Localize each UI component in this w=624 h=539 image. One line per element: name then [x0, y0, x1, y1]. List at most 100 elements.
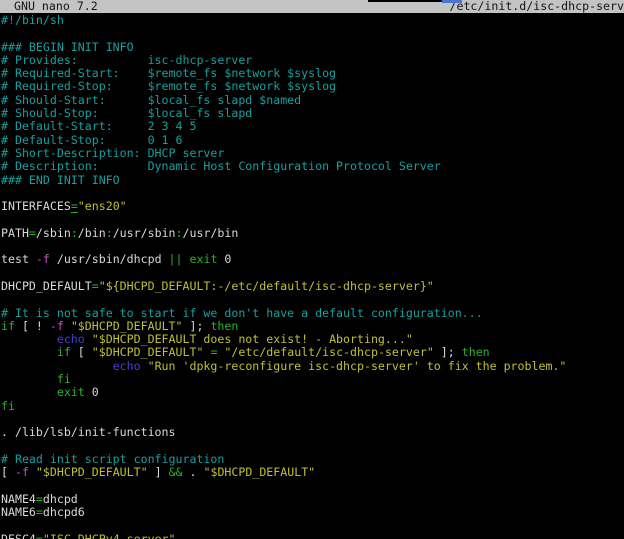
code-line[interactable]: test -f /usr/sbin/dhcpd || exit 0	[1, 253, 624, 266]
code-line[interactable]	[1, 293, 624, 306]
code-segment: [	[1, 465, 15, 479]
code-segment: PATH	[1, 226, 29, 240]
code-segment	[141, 359, 148, 373]
code-segment: then	[462, 345, 490, 359]
code-segment: "Run 'dpkg-reconfigure isc-dhcp-server' …	[148, 359, 567, 373]
code-line[interactable]: . /lib/lsb/init-functions	[1, 426, 624, 439]
code-line[interactable]	[1, 479, 624, 492]
code-line[interactable]: DHCPD_DEFAULT="${DHCPD_DEFAULT:-/etc/def…	[1, 280, 624, 293]
code-line[interactable]: if [ ! -f "$DHCPD_DEFAULT" ]; then	[1, 320, 624, 333]
code-line[interactable]: DESC4="ISC DHCPv4 server"	[1, 533, 624, 539]
code-segment: # Should-Stop: $local_fs slapd	[1, 106, 252, 120]
code-segment	[85, 332, 92, 346]
code-line[interactable]: # Required-Start: $remote_fs $network $s…	[1, 67, 624, 80]
code-segment: =	[36, 505, 43, 519]
code-segment: /bin	[78, 226, 106, 240]
blue-notch-artifact	[442, 0, 462, 3]
code-line[interactable]: ### BEGIN INIT INFO	[1, 41, 624, 54]
code-segment: /usr/sbin	[113, 226, 176, 240]
code-segment: "${DHCPD_DEFAULT:-/etc/default/isc-dhcp-…	[99, 279, 434, 293]
code-segment	[64, 319, 71, 333]
code-segment	[1, 372, 57, 386]
code-line[interactable]	[1, 213, 624, 226]
code-segment: # Description: Dynamic Host Configuratio…	[1, 159, 441, 173]
nano-app-version: GNU nano 7.2	[14, 0, 98, 13]
code-segment	[1, 385, 57, 399]
code-line[interactable]: [ -f "$DHCPD_DEFAULT" ] && . "$DHCPD_DEF…	[1, 466, 624, 479]
code-line[interactable]: # Read init script configuration	[1, 453, 624, 466]
code-line[interactable]: fi	[1, 373, 624, 386]
code-segment: [	[71, 345, 92, 359]
code-segment: # Required-Stop: $remote_fs $network $sy…	[1, 79, 336, 93]
code-segment: fi	[57, 372, 71, 386]
code-line[interactable]: ### END INIT INFO	[1, 174, 624, 187]
code-line[interactable]: exit 0	[1, 386, 624, 399]
code-segment: =	[36, 532, 43, 539]
code-line[interactable]: # Short-Description: DHCP server	[1, 147, 624, 160]
code-line[interactable]: # Provides: isc-dhcp-server	[1, 54, 624, 67]
code-segment: exit	[57, 385, 85, 399]
code-segment: . /lib/lsb/init-functions	[1, 425, 176, 439]
code-segment: # Provides: isc-dhcp-server	[1, 53, 252, 67]
code-segment: &&	[169, 465, 183, 479]
terminal-window: GNU nano 7.2 /etc/init.d/isc-dhcp-serv #…	[0, 0, 624, 539]
code-line[interactable]: # Default-Start: 2 3 4 5	[1, 120, 624, 133]
code-segment: # Required-Start: $remote_fs $network $s…	[1, 66, 336, 80]
code-segment	[29, 465, 36, 479]
code-segment: NAME6	[1, 505, 36, 519]
code-segment: "/etc/default/isc-dhcp-server"	[224, 345, 433, 359]
code-segment: ||	[169, 252, 183, 266]
code-segment: :	[106, 226, 113, 240]
code-line[interactable]: echo "$DHCPD_DEFAULT does not exist! - A…	[1, 333, 624, 346]
code-segment: "$DHCPD_DEFAULT"	[92, 345, 204, 359]
code-line[interactable]	[1, 413, 624, 426]
code-segment: INTERFACES	[1, 199, 71, 213]
code-line[interactable]: # Description: Dynamic Host Configuratio…	[1, 160, 624, 173]
code-line[interactable]: echo "Run 'dpkg-reconfigure isc-dhcp-ser…	[1, 360, 624, 373]
code-segment: =	[36, 492, 43, 506]
code-line[interactable]: # Should-Stop: $local_fs slapd	[1, 107, 624, 120]
code-segment: ];	[434, 345, 462, 359]
code-segment: NAME4	[1, 492, 36, 506]
code-line[interactable]	[1, 27, 624, 40]
code-line[interactable]: # Should-Start: $local_fs slapd $named	[1, 94, 624, 107]
code-segment: exit	[190, 252, 218, 266]
code-segment: DHCPD_DEFAULT	[1, 279, 92, 293]
code-segment: /sbin	[36, 226, 71, 240]
code-segment: DESC4	[1, 532, 36, 539]
code-segment: 0	[217, 252, 231, 266]
code-line[interactable]: # Default-Stop: 0 1 6	[1, 134, 624, 147]
code-line[interactable]	[1, 187, 624, 200]
code-line[interactable]	[1, 519, 624, 532]
code-line[interactable]: INTERFACES="ens20"	[1, 200, 624, 213]
code-line[interactable]: # Required-Stop: $remote_fs $network $sy…	[1, 80, 624, 93]
code-segment: "$DHCPD_DEFAULT"	[203, 465, 315, 479]
code-line[interactable]: fi	[1, 400, 624, 413]
code-segment: =	[29, 226, 36, 240]
code-segment	[1, 345, 57, 359]
code-segment: .	[183, 465, 204, 479]
code-segment: if	[57, 345, 71, 359]
code-segment: "$DHCPD_DEFAULT does not exist! - Aborti…	[92, 332, 413, 346]
text-cursor: =	[71, 199, 78, 213]
code-line[interactable]	[1, 267, 624, 280]
code-segment: # It is not safe to start if we don't ha…	[1, 306, 483, 320]
code-segment: dhcpd	[43, 492, 78, 506]
code-line[interactable]	[1, 240, 624, 253]
titlebar-gap-artifact	[368, 0, 442, 2]
code-line[interactable]: if [ "$DHCPD_DEFAULT" = "/etc/default/is…	[1, 346, 624, 359]
code-line[interactable]: #!/bin/sh	[1, 14, 624, 27]
code-segment: :	[71, 226, 78, 240]
code-line[interactable]: PATH=/sbin:/bin:/usr/sbin:/usr/bin	[1, 227, 624, 240]
code-line[interactable]: NAME6=dhcpd6	[1, 506, 624, 519]
code-segment: "$DHCPD_DEFAULT"	[71, 319, 183, 333]
nano-file-path: /etc/init.d/isc-dhcp-serv	[449, 0, 624, 13]
code-line[interactable]	[1, 440, 624, 453]
code-line[interactable]: # It is not safe to start if we don't ha…	[1, 307, 624, 320]
code-segment: # Default-Stop: 0 1 6	[1, 133, 182, 147]
code-segment: -f	[50, 319, 64, 333]
code-segment: then	[210, 319, 238, 333]
code-line[interactable]: NAME4=dhcpd	[1, 493, 624, 506]
code-segment: dhcpd6	[43, 505, 85, 519]
editor[interactable]: #!/bin/sh ### BEGIN INIT INFO# Provides: …	[0, 14, 624, 539]
